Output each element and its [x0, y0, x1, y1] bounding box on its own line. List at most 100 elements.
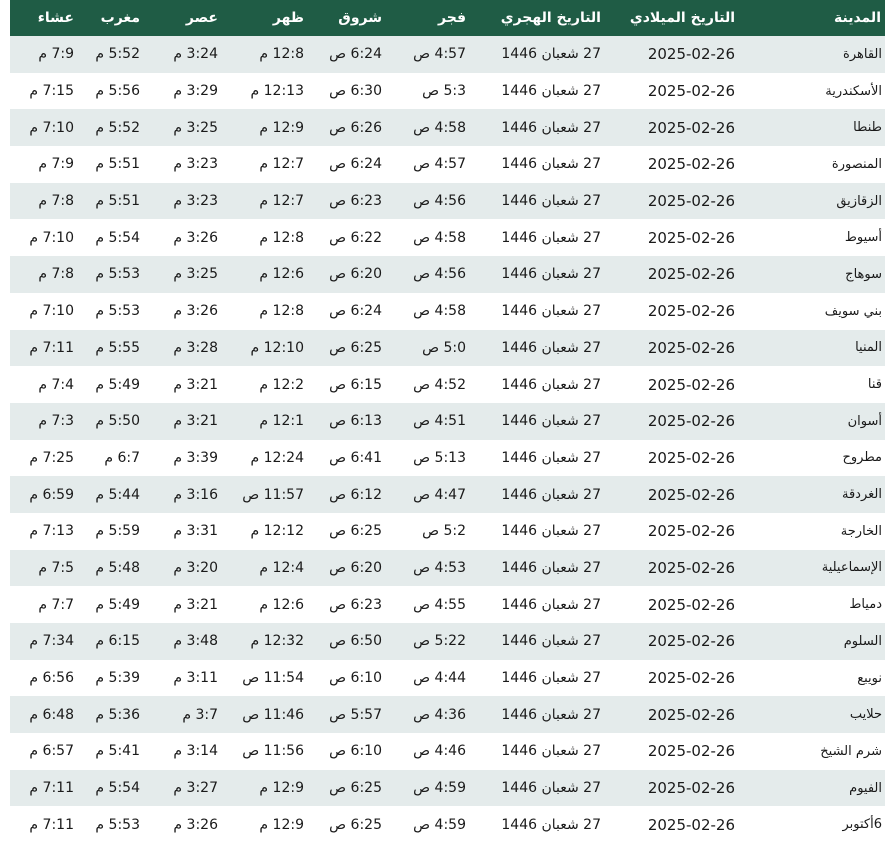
maghrib-time-cell: 5:50 م: [95, 413, 140, 430]
sunrise-time-cell: 6:13 ص: [329, 413, 382, 430]
fajr-time-cell: 4:56 ص: [413, 266, 466, 283]
dhuhr-time-cell: 12:9 م: [259, 119, 304, 136]
city-cell: الأسكندرية: [825, 83, 882, 99]
table-body: القاهرة 2025-02-26 27 شعبان 1446 4:57 ص 6:24…: [10, 36, 885, 843]
maghrib-time-cell: 5:53 م: [95, 266, 140, 283]
table-row: طنطا 2025-02-26 27 شعبان 1446 4:58 ص 6:26 ص 1…: [10, 109, 885, 147]
isha-time-cell: 6:57 م: [29, 743, 74, 760]
gregorian-date-cell: 2025-02-26: [647, 815, 735, 834]
dhuhr-time-cell: 11:54 ص: [242, 670, 304, 687]
isha-time-cell: 7:10 م: [29, 119, 74, 136]
city-cell: القاهرة: [843, 46, 882, 62]
fajr-time-cell: 5:3 ص: [422, 83, 466, 100]
gregorian-date-cell: 2025-02-26: [647, 45, 735, 64]
gregorian-date-cell: 2025-02-26: [647, 155, 735, 174]
hijri-date-cell: 27 شعبان 1446: [501, 46, 601, 63]
dhuhr-time-cell: 11:57 ص: [242, 486, 304, 503]
hijri-date-cell: 27 شعبان 1446: [501, 449, 601, 466]
gregorian-date-cell: 2025-02-26: [647, 485, 735, 504]
gregorian-date-cell: 2025-02-26: [647, 448, 735, 467]
table-row: الخارجة 2025-02-26 27 شعبان 1446 5:2 ص 6:25 …: [10, 512, 885, 550]
dhuhr-time-cell: 12:7 م: [259, 193, 304, 210]
isha-time-cell: 6:59 م: [29, 486, 74, 503]
table-row: قنا 2025-02-26 27 شعبان 1446 4:52 ص 6:15 ص 12…: [10, 366, 885, 403]
table-row: سوهاج 2025-02-26 27 شعبان 1446 4:56 ص 6:20 ص…: [10, 256, 885, 293]
city-cell: طنطا: [853, 120, 882, 136]
asr-time-cell: 3:21 م: [173, 413, 218, 430]
header-asr: عصر: [185, 10, 218, 26]
maghrib-time-cell: 5:41 م: [95, 743, 140, 760]
gregorian-date-cell: 2025-02-26: [647, 522, 735, 541]
header-sunrise: شروق: [338, 10, 382, 26]
city-cell: السلوم: [843, 633, 882, 649]
hijri-date-cell: 27 شعبان 1446: [501, 780, 601, 797]
maghrib-time-cell: 5:49 م: [95, 376, 140, 393]
sunrise-time-cell: 6:10 ص: [329, 670, 382, 687]
table-row: مطروح 2025-02-26 27 شعبان 1446 5:13 ص 6:41 ص…: [10, 439, 885, 477]
table-row: بني سويف 2025-02-26 27 شعبان 1446 4:58 ص 6:2…: [10, 292, 885, 330]
hijri-date-cell: 27 شعبان 1446: [501, 596, 601, 613]
sunrise-time-cell: 6:30 ص: [329, 83, 382, 100]
dhuhr-time-cell: 12:6 م: [259, 266, 304, 283]
city-cell: الفيوم: [849, 780, 882, 796]
header-fajr: فجر: [438, 10, 466, 26]
fajr-time-cell: 4:58 ص: [413, 119, 466, 136]
dhuhr-time-cell: 12:1 م: [259, 413, 304, 430]
dhuhr-time-cell: 12:12 م: [250, 523, 304, 540]
gregorian-date-cell: 2025-02-26: [647, 118, 735, 137]
fajr-time-cell: 4:53 ص: [413, 559, 466, 576]
isha-time-cell: 7:10 م: [29, 229, 74, 246]
dhuhr-time-cell: 12:32 م: [250, 633, 304, 650]
dhuhr-time-cell: 12:8 م: [259, 229, 304, 246]
dhuhr-time-cell: 12:13 م: [250, 83, 304, 100]
sunrise-time-cell: 6:25 ص: [329, 339, 382, 356]
city-cell: سوهاج: [845, 266, 882, 282]
table-row: شرم الشيخ 2025-02-26 27 شعبان 1446 4:46 ص 6:…: [10, 733, 885, 770]
dhuhr-time-cell: 12:4 م: [259, 559, 304, 576]
sunrise-time-cell: 6:23 ص: [329, 193, 382, 210]
sunrise-time-cell: 6:25 ص: [329, 780, 382, 797]
fajr-time-cell: 4:58 ص: [413, 303, 466, 320]
asr-time-cell: 3:24 م: [173, 46, 218, 63]
table-row: أسيوط 2025-02-26 27 شعبان 1446 4:58 ص 6:22 ص…: [10, 219, 885, 257]
sunrise-time-cell: 6:23 ص: [329, 596, 382, 613]
fajr-time-cell: 5:0 ص: [422, 339, 466, 356]
maghrib-time-cell: 5:56 م: [95, 83, 140, 100]
gregorian-date-cell: 2025-02-26: [647, 669, 735, 688]
hijri-date-cell: 27 شعبان 1446: [501, 229, 601, 246]
asr-time-cell: 3:31 م: [173, 523, 218, 540]
gregorian-date-cell: 2025-02-26: [647, 338, 735, 357]
table-row: الزقازيق 2025-02-26 27 شعبان 1446 4:56 ص 6:2…: [10, 182, 885, 220]
dhuhr-time-cell: 12:6 م: [259, 596, 304, 613]
table-row: الأسكندرية 2025-02-26 27 شعبان 1446 5:3 ص 6:…: [10, 72, 885, 110]
header-gregorian-date: التاريخ الميلادي: [629, 10, 735, 26]
asr-time-cell: 3:21 م: [173, 596, 218, 613]
table-row: الفيوم 2025-02-26 27 شعبان 1446 4:59 ص 6:25 …: [10, 769, 885, 807]
city-cell: المنيا: [855, 340, 882, 356]
asr-time-cell: 3:27 م: [173, 780, 218, 797]
isha-time-cell: 7:10 م: [29, 303, 74, 320]
asr-time-cell: 3:25 م: [173, 266, 218, 283]
city-cell: بني سويف: [824, 303, 882, 319]
asr-time-cell: 3:48 م: [173, 633, 218, 650]
hijri-date-cell: 27 شعبان 1446: [501, 156, 601, 173]
sunrise-time-cell: 6:25 ص: [329, 816, 382, 833]
sunrise-time-cell: 6:22 ص: [329, 229, 382, 246]
maghrib-time-cell: 6:7 م: [104, 449, 140, 466]
gregorian-date-cell: 2025-02-26: [647, 228, 735, 247]
dhuhr-time-cell: 11:46 ص: [242, 706, 304, 723]
dhuhr-time-cell: 12:24 م: [250, 449, 304, 466]
maghrib-time-cell: 5:53 م: [95, 303, 140, 320]
hijri-date-cell: 27 شعبان 1446: [501, 559, 601, 576]
isha-time-cell: 7:9 م: [38, 46, 74, 63]
table-row: القاهرة 2025-02-26 27 شعبان 1446 4:57 ص 6:24…: [10, 36, 885, 73]
dhuhr-time-cell: 11:56 ص: [242, 743, 304, 760]
maghrib-time-cell: 5:44 م: [95, 486, 140, 503]
fajr-time-cell: 4:46 ص: [413, 743, 466, 760]
maghrib-time-cell: 5:53 م: [95, 816, 140, 833]
city-cell: الزقازيق: [836, 193, 882, 209]
isha-time-cell: 7:9 م: [38, 156, 74, 173]
isha-time-cell: 7:11 م: [29, 339, 74, 356]
asr-time-cell: 3:20 م: [173, 559, 218, 576]
hijri-date-cell: 27 شعبان 1446: [501, 339, 601, 356]
